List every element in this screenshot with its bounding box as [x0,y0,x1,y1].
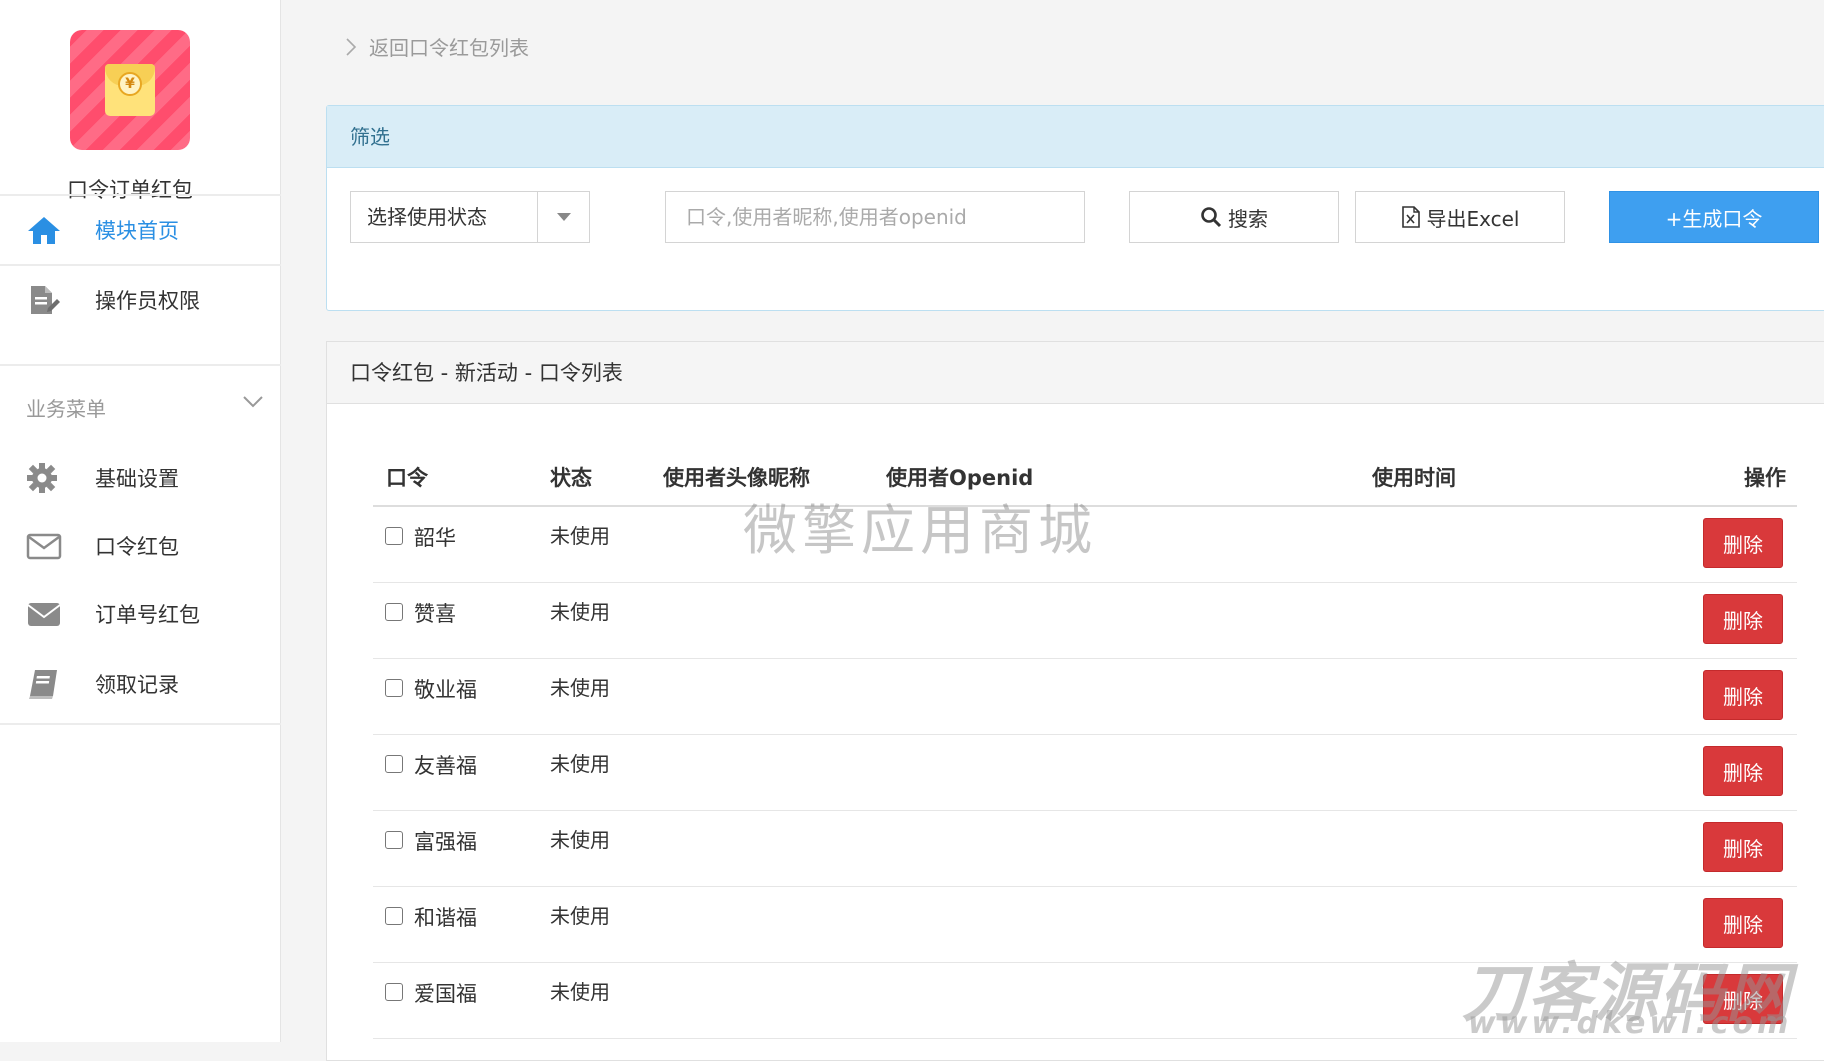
delete-button[interactable]: 删除 [1703,670,1783,720]
menu-item-password-redpack[interactable]: 口令红包 [0,512,281,580]
export-button-label: 导出Excel [1426,206,1520,231]
section-title: 业务菜单 [26,397,106,421]
gear-icon [27,463,57,493]
breadcrumb-back-link[interactable]: 返回口令红包列表 [345,32,529,61]
document-edit-icon [31,286,60,314]
row-checkbox[interactable] [385,679,403,697]
menu-item-label: 基础设置 [95,467,179,491]
export-excel-button[interactable]: 导出Excel [1355,191,1565,243]
table-row: 爱国福 未使用 删除 [373,963,1797,1039]
nav-item-label: 操作员权限 [95,289,200,313]
chevron-right-icon [346,37,357,56]
status-select[interactable]: 选择使用状态 [350,191,590,243]
table-row: 和谐福 未使用 删除 [373,887,1797,963]
row-checkbox[interactable] [385,831,403,849]
status-select-value: 选择使用状态 [367,205,487,229]
nav-item-operator-permissions[interactable]: 操作员权限 [0,266,281,334]
sidebar: ¥ 口令订单红包 模块首页 操作员权限 业务菜单 基础设置 口令红包 订单号红包… [0,0,281,1042]
row-checkbox[interactable] [385,983,403,1001]
generate-button-label: +生成口令 [1665,206,1763,231]
nav-item-home[interactable]: 模块首页 [0,196,281,264]
menu-item-label: 订单号红包 [95,603,200,627]
row-password: 友善福 [414,754,477,778]
row-checkbox[interactable] [385,755,403,773]
row-password: 爱国福 [414,982,477,1006]
menu-item-order-redpack[interactable]: 订单号红包 [0,580,281,648]
column-header-user-avatar-nickname: 使用者头像昵称 [663,466,810,490]
yuan-coin-icon: ¥ [118,72,142,96]
row-password: 赞喜 [414,602,456,626]
table-row: 敬业福 未使用 删除 [373,659,1797,735]
generate-password-button[interactable]: +生成口令 [1609,191,1819,243]
chevron-down-icon[interactable] [242,394,264,410]
filter-title: 筛选 [327,106,1824,168]
row-checkbox[interactable] [385,907,403,925]
column-header-password: 口令 [386,466,428,490]
row-password: 敬业福 [414,678,477,702]
row-status: 未使用 [550,524,610,548]
divider [0,723,281,725]
divider [0,364,281,366]
row-status: 未使用 [550,752,610,776]
delete-button[interactable]: 删除 [1703,822,1783,872]
table-row: 友善福 未使用 删除 [373,735,1797,811]
table-row: 赞喜 未使用 删除 [373,583,1797,659]
home-icon [28,217,60,244]
column-header-use-time: 使用时间 [1372,466,1456,490]
column-header-actions: 操作 [1744,466,1786,490]
row-status: 未使用 [550,904,610,928]
search-input[interactable] [665,191,1085,243]
search-icon [1201,207,1222,228]
menu-item-label: 领取记录 [95,673,179,697]
table-row: 韶华 未使用 删除 [373,507,1797,583]
delete-button[interactable]: 删除 [1703,518,1783,568]
column-header-status: 状态 [550,466,592,490]
row-status: 未使用 [550,980,610,1004]
menu-item-basic-settings[interactable]: 基础设置 [0,444,281,512]
search-button-label: 搜索 [1228,206,1268,231]
envelope-solid-icon [27,603,61,626]
password-list-panel: 口令红包 - 新活动 - 口令列表 口令 状态 使用者头像昵称 使用者Openi… [326,341,1824,1061]
row-password: 和谐福 [414,906,477,930]
row-status: 未使用 [550,676,610,700]
row-status: 未使用 [550,600,610,624]
excel-file-icon [1401,206,1420,228]
menu-item-label: 口令红包 [95,535,179,559]
list-title: 口令红包 - 新活动 - 口令列表 [327,342,1824,404]
breadcrumb-label: 返回口令红包列表 [369,36,529,60]
column-header-user-openid: 使用者Openid [886,466,1034,490]
delete-button[interactable]: 删除 [1703,594,1783,644]
row-status: 未使用 [550,828,610,852]
book-icon [29,670,57,699]
caret-down-icon [537,192,589,242]
delete-button[interactable]: 删除 [1703,746,1783,796]
search-button[interactable]: 搜索 [1129,191,1339,243]
row-checkbox[interactable] [385,603,403,621]
envelope-outline-icon [26,533,62,560]
app-logo: ¥ [70,30,190,150]
delete-button[interactable]: 删除 [1703,974,1783,1024]
nav-item-label: 模块首页 [95,219,179,243]
table-row: 富强福 未使用 删除 [373,811,1797,887]
row-password: 韶华 [414,526,456,550]
delete-button[interactable]: 删除 [1703,898,1783,948]
row-password: 富强福 [414,830,477,854]
menu-item-claim-records[interactable]: 领取记录 [0,650,281,718]
filter-panel: 筛选 选择使用状态 搜索 导出Excel +生成口令 [326,105,1824,311]
row-checkbox[interactable] [385,527,403,545]
